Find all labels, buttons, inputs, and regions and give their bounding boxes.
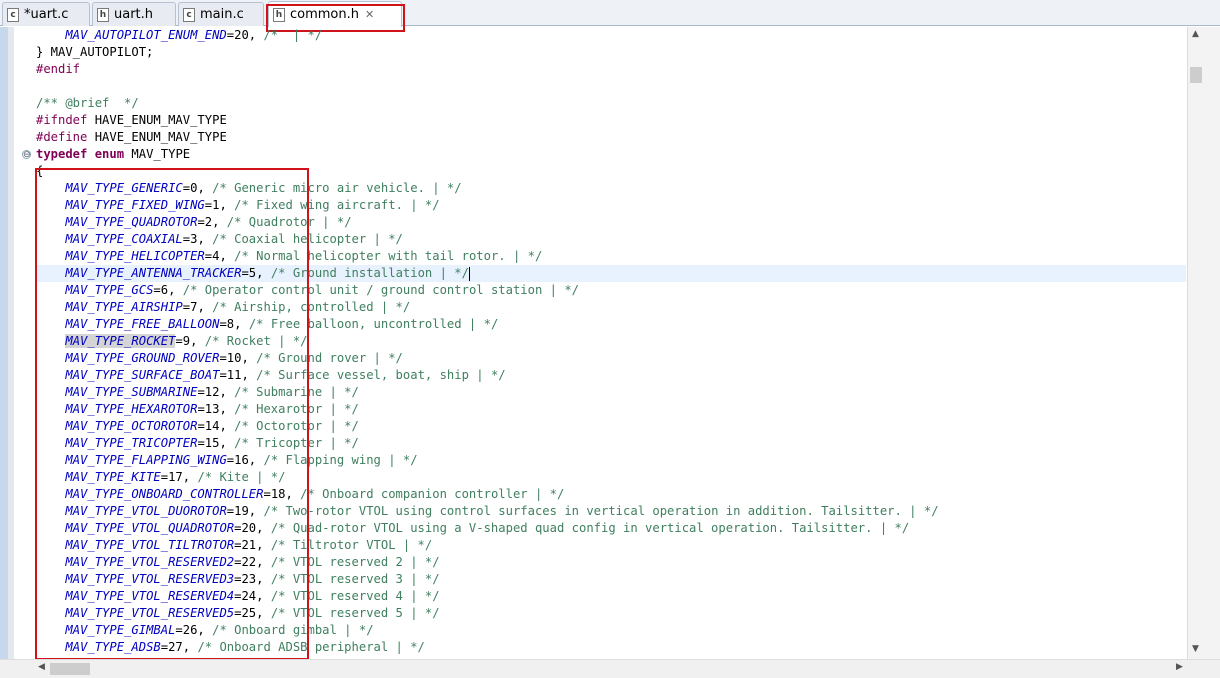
code-editor[interactable]: MAV_AUTOPILOT_ENUM_END=20, /* | */ } MAV… <box>36 27 1186 659</box>
enum-line: MAV_TYPE_TRICOPTER=15, /* Tricopter | */ <box>65 436 359 450</box>
horizontal-scrollbar[interactable]: ◀ ▶ <box>0 659 1220 678</box>
editor-tab-bar: c *uart.c h uart.h c main.c h common.h ✕ <box>0 0 1220 27</box>
code-line: } MAV_AUTOPILOT; <box>36 45 154 59</box>
tab-main-c[interactable]: c main.c <box>178 2 264 26</box>
enum-line: MAV_TYPE_HEXAROTOR=13, /* Hexarotor | */ <box>65 402 359 416</box>
enum-line: MAV_TYPE_ROCKET=9, /* Rocket | */ <box>65 334 308 348</box>
enum-line: MAV_TYPE_ONBOARD_CONTROLLER=18, /* Onboa… <box>65 487 565 501</box>
enum-line: MAV_TYPE_KITE=17, /* Kite | */ <box>65 470 286 484</box>
close-icon[interactable]: ✕ <box>365 8 374 21</box>
enum-line: MAV_TYPE_QUADROTOR=2, /* Quadrotor | */ <box>65 215 352 229</box>
tab-uart-h[interactable]: h uart.h <box>92 2 176 26</box>
code-line: #endif <box>36 62 81 76</box>
code-line: #define HAVE_ENUM_MAV_TYPE <box>36 130 227 144</box>
enum-line: MAV_TYPE_VTOL_QUADROTOR=20, /* Quad-roto… <box>65 521 910 535</box>
code-line: /** @brief */ <box>36 96 139 110</box>
enum-line: MAV_TYPE_GIMBAL=26, /* Onboard gimbal | … <box>65 623 374 637</box>
enum-line: MAV_TYPE_COAXIAL=3, /* Coaxial helicopte… <box>65 232 403 246</box>
enum-line: MAV_TYPE_FLAPPING_WING=16, /* Flapping w… <box>65 453 418 467</box>
h-file-icon: h <box>273 7 285 22</box>
enum-line: MAV_TYPE_HELICOPTER=4, /* Normal helicop… <box>65 249 543 263</box>
scroll-right-icon[interactable]: ▶ <box>1176 662 1183 672</box>
enum-line: MAV_TYPE_GENERIC=0, /* Generic micro air… <box>65 181 462 195</box>
enum-line: MAV_TYPE_VTOL_RESERVED2=22, /* VTOL rese… <box>65 555 440 569</box>
fold-collapse-icon[interactable]: ⊖ <box>22 150 31 160</box>
enum-line: MAV_TYPE_ADSB=27, /* Onboard ADSB periph… <box>65 640 425 654</box>
enum-line: MAV_TYPE_FIXED_WING=1, /* Fixed wing air… <box>65 198 440 212</box>
enum-line: MAV_TYPE_VTOL_RESERVED5=25, /* VTOL rese… <box>65 606 440 620</box>
code-line: #ifndef HAVE_ENUM_MAV_TYPE <box>36 113 227 127</box>
editor-gutter <box>0 27 14 659</box>
scroll-left-icon[interactable]: ◀ <box>38 662 45 672</box>
vertical-scrollbar[interactable]: ▲ ▼ <box>1187 27 1220 659</box>
enum-line: MAV_TYPE_SURFACE_BOAT=11, /* Surface ves… <box>65 368 506 382</box>
enum-line: MAV_TYPE_VTOL_RESERVED4=24, /* VTOL rese… <box>65 589 440 603</box>
enum-line: MAV_TYPE_VTOL_RESERVED3=23, /* VTOL rese… <box>65 572 440 586</box>
tab-label: *uart.c <box>24 7 69 22</box>
enum-line: MAV_TYPE_VTOL_TILTROTOR=21, /* Tiltrotor… <box>65 538 433 552</box>
enum-line: MAV_TYPE_GROUND_ROVER=10, /* Ground rove… <box>65 351 403 365</box>
c-file-icon: c <box>183 7 195 22</box>
scroll-down-icon[interactable]: ▼ <box>1192 644 1199 654</box>
tab-label: main.c <box>200 7 244 22</box>
h-file-icon: h <box>97 7 109 22</box>
tab-label: uart.h <box>114 7 154 22</box>
enum-line: MAV_TYPE_VTOL_DUOROTOR=19, /* Two-rotor … <box>65 504 939 518</box>
code-line: typedef enum MAV_TYPE <box>36 147 191 161</box>
line-ruler <box>14 27 34 659</box>
code-line: { <box>36 164 44 178</box>
vertical-scroll-thumb[interactable] <box>1190 67 1202 83</box>
tab-common-h[interactable]: h common.h ✕ <box>268 1 402 27</box>
horizontal-scroll-thumb[interactable] <box>50 663 90 675</box>
tab-uart-c[interactable]: c *uart.c <box>2 2 90 26</box>
enum-line: MAV_TYPE_SUBMARINE=12, /* Submarine | */ <box>65 385 359 399</box>
text-caret <box>468 266 470 281</box>
annotation-bar <box>0 27 8 659</box>
selected-symbol: MAV_TYPE_ROCKET <box>65 334 176 348</box>
enum-line: MAV_TYPE_GCS=6, /* Operator control unit… <box>65 283 580 297</box>
enum-line: MAV_TYPE_FREE_BALLOON=8, /* Free balloon… <box>65 317 499 331</box>
code-line: MAV_AUTOPILOT_ENUM_END=20, /* | */ <box>36 28 323 42</box>
tab-label: common.h <box>290 7 359 22</box>
c-file-icon: c <box>7 7 19 22</box>
enum-line: MAV_TYPE_OCTOROTOR=14, /* Octorotor | */ <box>65 419 359 433</box>
enum-line: MAV_TYPE_AIRSHIP=7, /* Airship, controll… <box>65 300 411 314</box>
enum-line-current: MAV_TYPE_ANTENNA_TRACKER=5, /* Ground in… <box>36 265 1186 282</box>
scroll-up-icon[interactable]: ▲ <box>1192 29 1199 39</box>
